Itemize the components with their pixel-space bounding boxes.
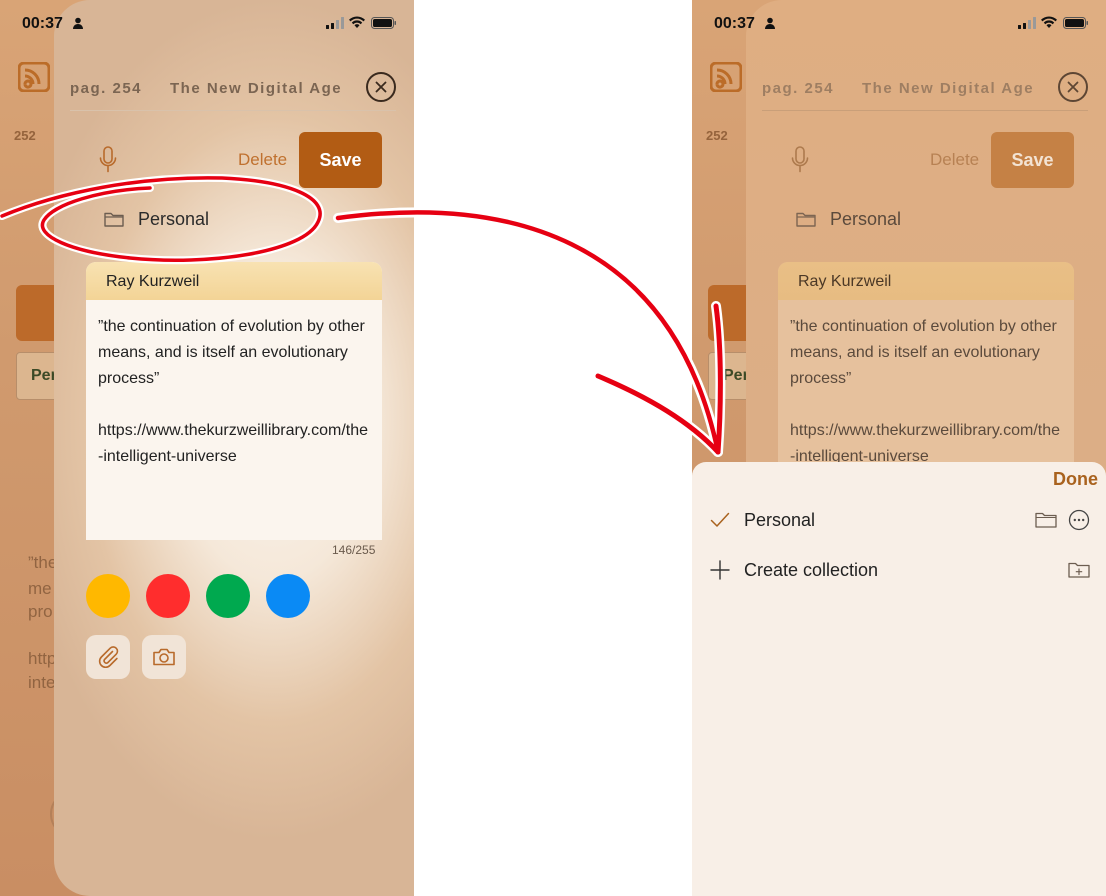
camera-button[interactable]	[142, 635, 186, 679]
save-button: Save	[991, 132, 1074, 188]
close-icon	[375, 81, 387, 93]
background-quote-line: me	[28, 579, 52, 598]
cellular-signal-icon	[326, 17, 344, 29]
note-author[interactable]: Ray Kurzweil	[86, 262, 382, 300]
character-counter: 146/255	[332, 543, 376, 557]
paperclip-icon	[98, 646, 119, 668]
wifi-icon	[349, 16, 365, 28]
note-url: https://www.thekurzweillibrary.com/the-i…	[98, 422, 369, 465]
folder-icon[interactable]	[1035, 511, 1057, 528]
page-label: pag. 254	[762, 80, 835, 97]
background-page-number: 252	[14, 128, 36, 143]
collection-row-personal[interactable]: Personal	[692, 500, 1106, 540]
color-option-blue[interactable]	[266, 574, 310, 618]
status-time: 00:37	[22, 15, 63, 32]
delete-button: Delete	[930, 150, 980, 169]
person-icon	[73, 17, 83, 29]
background-url-line: inte	[28, 673, 56, 692]
camera-icon	[153, 648, 175, 666]
phone-left: 00:37 252 Per ”the me pro http inte pag.…	[0, 0, 414, 896]
collection-name: Personal	[744, 510, 816, 530]
color-option-yellow[interactable]	[86, 574, 130, 618]
app-logo-icon	[18, 62, 50, 92]
delete-button[interactable]: Delete	[238, 150, 287, 170]
collection-picker-sheet: Done Personal Create collection	[692, 462, 1106, 896]
create-collection-row[interactable]: Create collection	[692, 550, 1106, 590]
app-logo-icon	[710, 62, 742, 92]
folder-icon	[104, 212, 124, 227]
note-quote: ”the continuation of evolution by other …	[98, 318, 365, 387]
collection-selector[interactable]: Personal	[138, 209, 209, 230]
color-option-green[interactable]	[206, 574, 250, 618]
status-bar: 00:37	[692, 0, 1106, 48]
book-title: The New Digital Age	[862, 80, 1035, 97]
close-button[interactable]	[366, 72, 396, 102]
phone-right: 00:37 252 Per pag. 254 The New Digital A…	[692, 0, 1106, 896]
attach-button[interactable]	[86, 635, 130, 679]
note-text-area[interactable]: ”the continuation of evolution by other …	[86, 300, 382, 470]
wifi-icon	[1041, 16, 1057, 28]
header-divider	[762, 110, 1088, 111]
close-button	[1058, 72, 1088, 102]
new-folder-icon[interactable]	[1068, 561, 1090, 578]
note-author: Ray Kurzweil	[778, 262, 1074, 300]
background-url-line: http	[28, 649, 57, 668]
done-button[interactable]: Done	[1053, 469, 1098, 490]
create-collection-label: Create collection	[744, 560, 879, 580]
background-page-number: 252	[706, 128, 728, 143]
background-quote-line: ”the	[28, 553, 58, 572]
background-quote-line: pro	[28, 602, 53, 621]
checkmark-icon	[710, 512, 730, 527]
note-text-area: ”the continuation of evolution by other …	[778, 300, 1074, 470]
save-button[interactable]: Save	[299, 132, 382, 188]
battery-icon	[1063, 17, 1088, 29]
status-bar: 00:37	[0, 0, 414, 48]
header-divider	[70, 110, 396, 111]
cellular-signal-icon	[1018, 17, 1036, 29]
battery-icon	[371, 17, 396, 29]
more-options-icon[interactable]	[1068, 509, 1090, 531]
book-title: The New Digital Age	[170, 80, 343, 97]
folder-icon	[796, 212, 816, 227]
collection-selector: Personal	[830, 209, 902, 229]
person-icon	[765, 17, 775, 29]
note-card[interactable]: Ray Kurzweil ”the continuation of evolut…	[86, 262, 382, 540]
microphone-icon[interactable]	[98, 146, 118, 174]
note-quote: ”the continuation of evolution by other …	[790, 318, 1057, 387]
microphone-icon	[791, 146, 809, 173]
close-icon	[1067, 81, 1079, 93]
plus-icon	[710, 560, 730, 580]
note-editor-sheet: pag. 254 The New Digital Age Delete Save…	[54, 0, 414, 896]
status-time: 00:37	[714, 15, 755, 32]
color-option-red[interactable]	[146, 574, 190, 618]
page-label: pag. 254	[70, 80, 143, 97]
